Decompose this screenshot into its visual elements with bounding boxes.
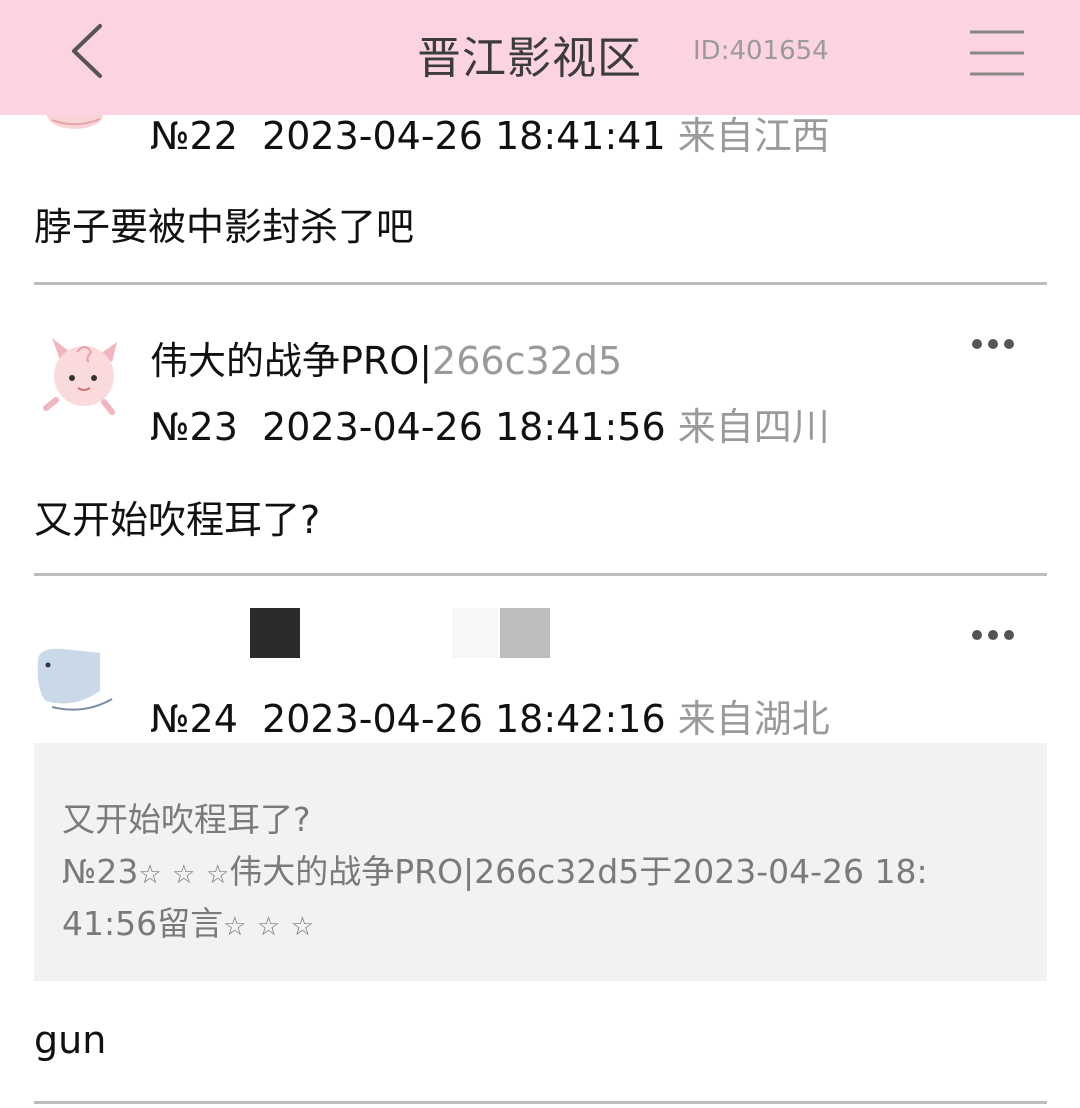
redacted-username-block: [452, 608, 498, 658]
star-icon: ☆: [205, 860, 230, 890]
floor-number: №22: [150, 114, 238, 158]
menu-button[interactable]: [966, 26, 1028, 80]
divider: [34, 1101, 1047, 1104]
floor-number: №23: [150, 405, 238, 449]
dot-icon: [1004, 339, 1014, 349]
dot-icon: [1004, 630, 1014, 640]
quote-block: 又开始吹程耳了? №23☆ ☆ ☆伟大的战争PRO|266c32d5于2023-…: [34, 743, 1047, 981]
post-content: 脖子要被中影封杀了吧: [34, 205, 415, 249]
star-icon: ☆: [223, 912, 247, 942]
forum-id: ID:401654: [693, 36, 829, 66]
star-icon: ☆: [256, 912, 281, 942]
dot-icon: [988, 339, 998, 349]
page-title: 晋江影视区: [417, 33, 642, 84]
more-options-button[interactable]: [970, 335, 1016, 353]
divider: [34, 573, 1047, 576]
avatar[interactable]: [34, 645, 116, 715]
post-content: gun: [34, 1018, 107, 1062]
redacted-username-block: [250, 608, 300, 658]
back-button[interactable]: [60, 18, 120, 88]
post-time: 2023-04-26 18:41:56: [262, 405, 666, 449]
post-meta: №24 2023-04-26 18:42:16 来自湖北: [150, 688, 830, 743]
quote-reference-tail: 41:56留言☆ ☆ ☆: [62, 904, 315, 943]
post-location: 来自四川: [677, 405, 830, 449]
dot-icon: [972, 630, 982, 640]
post-location: 来自江西: [677, 114, 830, 158]
star-icon: ☆: [138, 860, 162, 890]
redacted-username-block: [500, 608, 550, 658]
post-meta: №23 2023-04-26 18:41:56 来自四川: [150, 396, 830, 451]
dot-icon: [988, 630, 998, 640]
dot-icon: [972, 339, 982, 349]
star-icon: ☆: [172, 860, 196, 890]
username: 伟大的战争PRO|: [150, 339, 433, 383]
post-content: 又开始吹程耳了?: [34, 498, 321, 542]
star-icon: ☆: [290, 912, 315, 942]
user-id: 266c32d5: [432, 339, 623, 383]
chevron-left-icon: [72, 24, 102, 78]
post-location: 来自湖北: [677, 697, 830, 741]
avatar[interactable]: [42, 330, 127, 418]
quote-reference: №23☆ ☆ ☆伟大的战争PRO|266c32d5于2023-04-26 18:: [62, 852, 928, 891]
more-options-button[interactable]: [970, 626, 1016, 644]
divider: [34, 282, 1047, 285]
top-bar: 晋江影视区 ID:401654: [0, 0, 1080, 115]
floor-number: №24: [150, 697, 238, 741]
post-time: 2023-04-26 18:41:41: [262, 114, 666, 158]
post-time: 2023-04-26 18:42:16: [262, 697, 666, 741]
quote-text: 又开始吹程耳了?: [62, 800, 311, 839]
username-line[interactable]: 伟大的战争PRO|266c32d5: [150, 330, 622, 385]
hamburger-icon: [970, 30, 1024, 76]
